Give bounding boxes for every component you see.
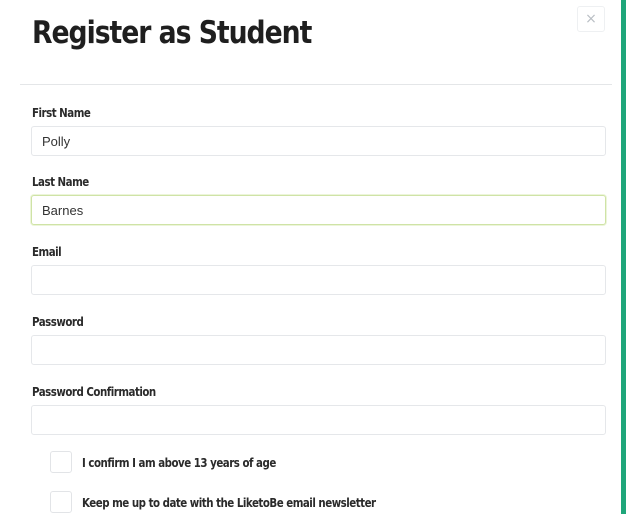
- newsletter-row[interactable]: Keep me up to date with the LiketoBe ema…: [50, 490, 440, 514]
- first-name-input[interactable]: [31, 126, 606, 156]
- last-name-input[interactable]: [31, 195, 606, 225]
- age-confirm-checkbox[interactable]: [50, 451, 72, 473]
- password-label: Password: [32, 314, 84, 329]
- password-input[interactable]: [31, 335, 606, 365]
- modal-title: Register as Student: [32, 15, 312, 51]
- newsletter-label: Keep me up to date with the LiketoBe ema…: [82, 494, 376, 510]
- close-button[interactable]: ×: [577, 6, 605, 32]
- accent-strip: [621, 0, 626, 514]
- password-confirmation-input[interactable]: [31, 405, 606, 435]
- newsletter-checkbox[interactable]: [50, 491, 72, 513]
- password-confirmation-label: Password Confirmation: [32, 384, 156, 399]
- age-confirm-label: I confirm I am above 13 years of age: [82, 454, 276, 470]
- email-input[interactable]: [31, 265, 606, 295]
- first-name-label: First Name: [32, 105, 91, 120]
- header-divider: [20, 84, 612, 85]
- age-confirm-row[interactable]: I confirm I am above 13 years of age: [50, 450, 318, 474]
- last-name-label: Last Name: [32, 174, 89, 189]
- email-label: Email: [32, 244, 62, 259]
- close-icon: ×: [585, 11, 597, 27]
- register-modal: Register as Student × First Name Last Na…: [0, 0, 618, 514]
